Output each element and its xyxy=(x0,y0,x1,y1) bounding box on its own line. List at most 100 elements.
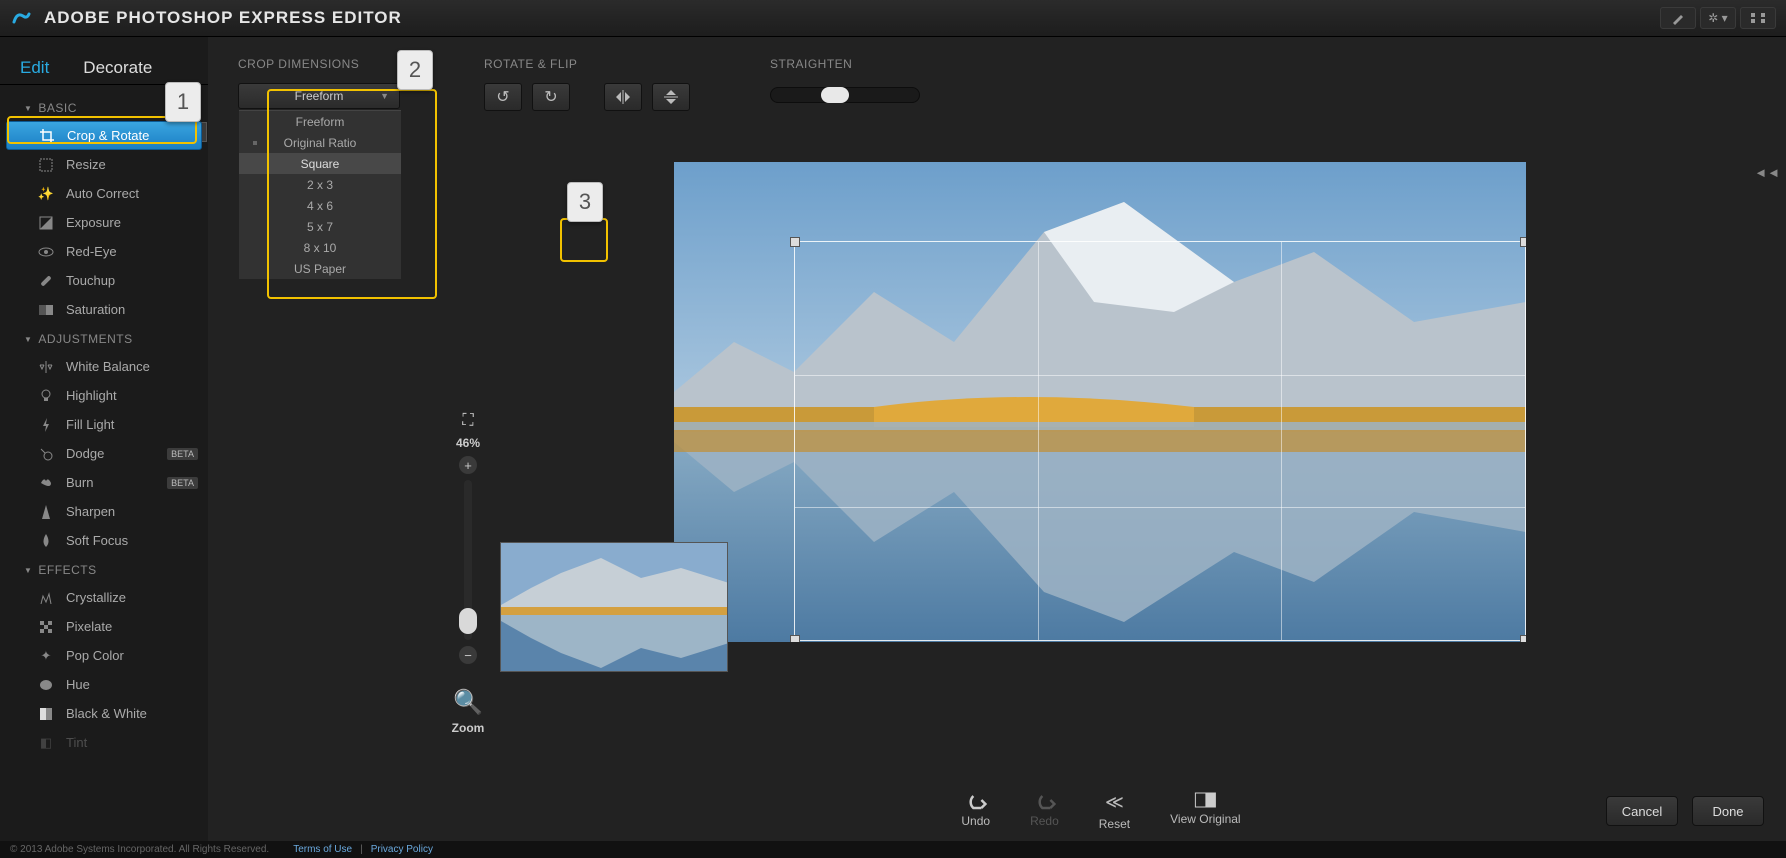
sparkle-icon: ✦ xyxy=(38,648,54,664)
sidebar: Edit Decorate ▼ BASIC Crop & Rotate Resiz… xyxy=(0,37,208,841)
sidebar-item-saturation[interactable]: Saturation xyxy=(0,295,208,324)
sidebar-item-resize[interactable]: Resize xyxy=(0,150,208,179)
sidebar-item-burn[interactable]: Burn BETA xyxy=(0,468,208,497)
eye-icon xyxy=(38,244,54,260)
reset-label: Reset xyxy=(1099,817,1130,831)
bw-icon xyxy=(38,706,54,722)
sidebar-item-soft-focus[interactable]: Soft Focus xyxy=(0,526,208,555)
footer-terms-link[interactable]: Terms of Use xyxy=(293,844,352,855)
flash-icon xyxy=(38,417,54,433)
tab-edit[interactable]: Edit xyxy=(20,58,49,78)
slider-thumb[interactable] xyxy=(821,87,849,103)
sidebar-item-label: Crop & Rotate xyxy=(67,128,149,143)
sidebar-item-auto-correct[interactable]: ✨Auto Correct xyxy=(0,179,208,208)
group-effects[interactable]: ▼EFFECTS xyxy=(0,555,208,583)
canvas[interactable] xyxy=(208,162,1786,841)
rotate-flip-group: ROTATE & FLIP ↺ ↻ xyxy=(484,57,690,111)
sidebar-item-black-white[interactable]: Black & White xyxy=(0,699,208,728)
crop-selection[interactable] xyxy=(794,241,1526,641)
sidebar-item-label: Burn xyxy=(66,475,93,490)
sidebar-item-red-eye[interactable]: Red-Eye xyxy=(0,237,208,266)
balance-icon xyxy=(38,359,54,375)
zoom-pct: 46% xyxy=(456,436,480,450)
sidebar-item-label: Resize xyxy=(66,157,106,172)
sidebar-item-sharpen[interactable]: Sharpen xyxy=(0,497,208,526)
sidebar-item-white-balance[interactable]: White Balance xyxy=(0,352,208,381)
rotate-cw-button[interactable]: ↻ xyxy=(532,83,570,111)
fit-screen-icon[interactable]: ⛶ xyxy=(462,412,473,430)
sidebar-item-label: Crystallize xyxy=(66,590,126,605)
callout-badge-2: 2 xyxy=(397,50,433,90)
sidebar-item-exposure[interactable]: Exposure xyxy=(0,208,208,237)
sidebar-item-label: Red-Eye xyxy=(66,244,117,259)
sidebar-item-crop-rotate[interactable]: Crop & Rotate xyxy=(6,121,202,150)
callout-badge-3: 3 xyxy=(567,182,603,222)
zoom-in-button[interactable]: + xyxy=(459,456,477,474)
wand-icon: ✨ xyxy=(38,186,54,202)
zoom-slider[interactable] xyxy=(464,480,472,640)
beta-badge: BETA xyxy=(167,448,198,460)
crop-dimensions-dropdown[interactable]: Freeform ▼ FreeformOriginal RatioSquare2… xyxy=(238,83,400,109)
magnifier-icon[interactable]: 🔍 xyxy=(453,688,483,717)
beta-badge: BETA xyxy=(167,477,198,489)
sidebar-item-touchup[interactable]: Touchup xyxy=(0,266,208,295)
caret-down-icon: ▼ xyxy=(24,335,32,344)
brush-tool-button[interactable] xyxy=(1660,7,1696,29)
group-adjustments[interactable]: ▼ ADJUSTMENTS xyxy=(0,324,208,352)
group-basic-label: BASIC xyxy=(38,101,77,115)
navigator-thumbnail[interactable] xyxy=(500,542,728,672)
sidebar-item-label: Touchup xyxy=(66,273,115,288)
rotate-ccw-button[interactable]: ↺ xyxy=(484,83,522,111)
cancel-button[interactable]: Cancel xyxy=(1606,796,1678,826)
flip-vertical-button[interactable] xyxy=(652,83,690,111)
zoom-out-button[interactable]: − xyxy=(459,646,477,664)
done-button[interactable]: Done xyxy=(1692,796,1764,826)
fullscreen-button[interactable] xyxy=(1740,7,1776,29)
undo-button[interactable]: Undo xyxy=(961,792,990,831)
footer-privacy-link[interactable]: Privacy Policy xyxy=(371,844,433,855)
settings-button[interactable]: ✲ ▾ xyxy=(1700,7,1736,29)
group-adjustments-label: ADJUSTMENTS xyxy=(38,332,132,346)
tab-decorate[interactable]: Decorate xyxy=(83,58,152,78)
photo[interactable] xyxy=(674,162,1526,642)
view-original-button[interactable]: View Original xyxy=(1170,792,1240,831)
crop-dimensions-label: CROP DIMENSIONS xyxy=(238,57,404,71)
sidebar-item-tint[interactable]: ◧Tint xyxy=(0,728,208,757)
sidebar-item-dodge[interactable]: DodgeBETA xyxy=(0,439,208,468)
sidebar-item-label: Pixelate xyxy=(66,619,112,634)
callout-badge-1: 1 xyxy=(165,82,201,122)
reset-button[interactable]: ≪Reset xyxy=(1099,792,1130,831)
footer-copyright: © 2013 Adobe Systems Incorporated. All R… xyxy=(10,844,269,855)
crop-handle-sw[interactable] xyxy=(790,635,800,642)
redo-label: Redo xyxy=(1030,814,1059,828)
crop-icon xyxy=(39,128,55,144)
sidebar-item-fill-light[interactable]: Fill Light xyxy=(0,410,208,439)
caret-down-icon: ▼ xyxy=(24,566,32,575)
zoom-knob[interactable] xyxy=(459,608,477,634)
flip-horizontal-button[interactable] xyxy=(604,83,642,111)
sidebar-item-pixelate[interactable]: Pixelate xyxy=(0,612,208,641)
straighten-slider[interactable] xyxy=(770,87,920,103)
resize-icon xyxy=(38,157,54,173)
crop-handle-se[interactable] xyxy=(1520,635,1526,642)
tint-icon: ◧ xyxy=(38,735,54,751)
sidebar-item-pop-color[interactable]: ✦ Pop Color xyxy=(0,641,208,670)
sidebar-item-label: Soft Focus xyxy=(66,533,128,548)
sidebar-item-crystallize[interactable]: Crystallize xyxy=(0,583,208,612)
rotate-flip-label: ROTATE & FLIP xyxy=(484,57,690,71)
crop-dimensions-group: CROP DIMENSIONS Freeform ▼ FreeformOrigi… xyxy=(238,57,404,109)
sidebar-item-hue[interactable]: Hue xyxy=(0,670,208,699)
sidebar-item-highlight[interactable]: Highlight xyxy=(0,381,208,410)
bulb-icon xyxy=(38,388,54,404)
zoom-control: ⛶ 46% + − 🔍 Zoom xyxy=(446,412,490,735)
straighten-label: STRAIGHTEN xyxy=(770,57,920,71)
pixelate-icon xyxy=(38,619,54,635)
sidebar-item-label: Pop Color xyxy=(66,648,124,663)
dropdown-option[interactable]: Freeform xyxy=(239,111,401,132)
redo-button[interactable]: Redo xyxy=(1030,792,1059,831)
undo-label: Undo xyxy=(961,814,990,828)
zoom-label: Zoom xyxy=(452,721,485,735)
crop-handle-nw[interactable] xyxy=(790,237,800,247)
dropdown-option[interactable]: Original Ratio xyxy=(239,132,401,153)
crop-handle-ne[interactable] xyxy=(1520,237,1526,247)
